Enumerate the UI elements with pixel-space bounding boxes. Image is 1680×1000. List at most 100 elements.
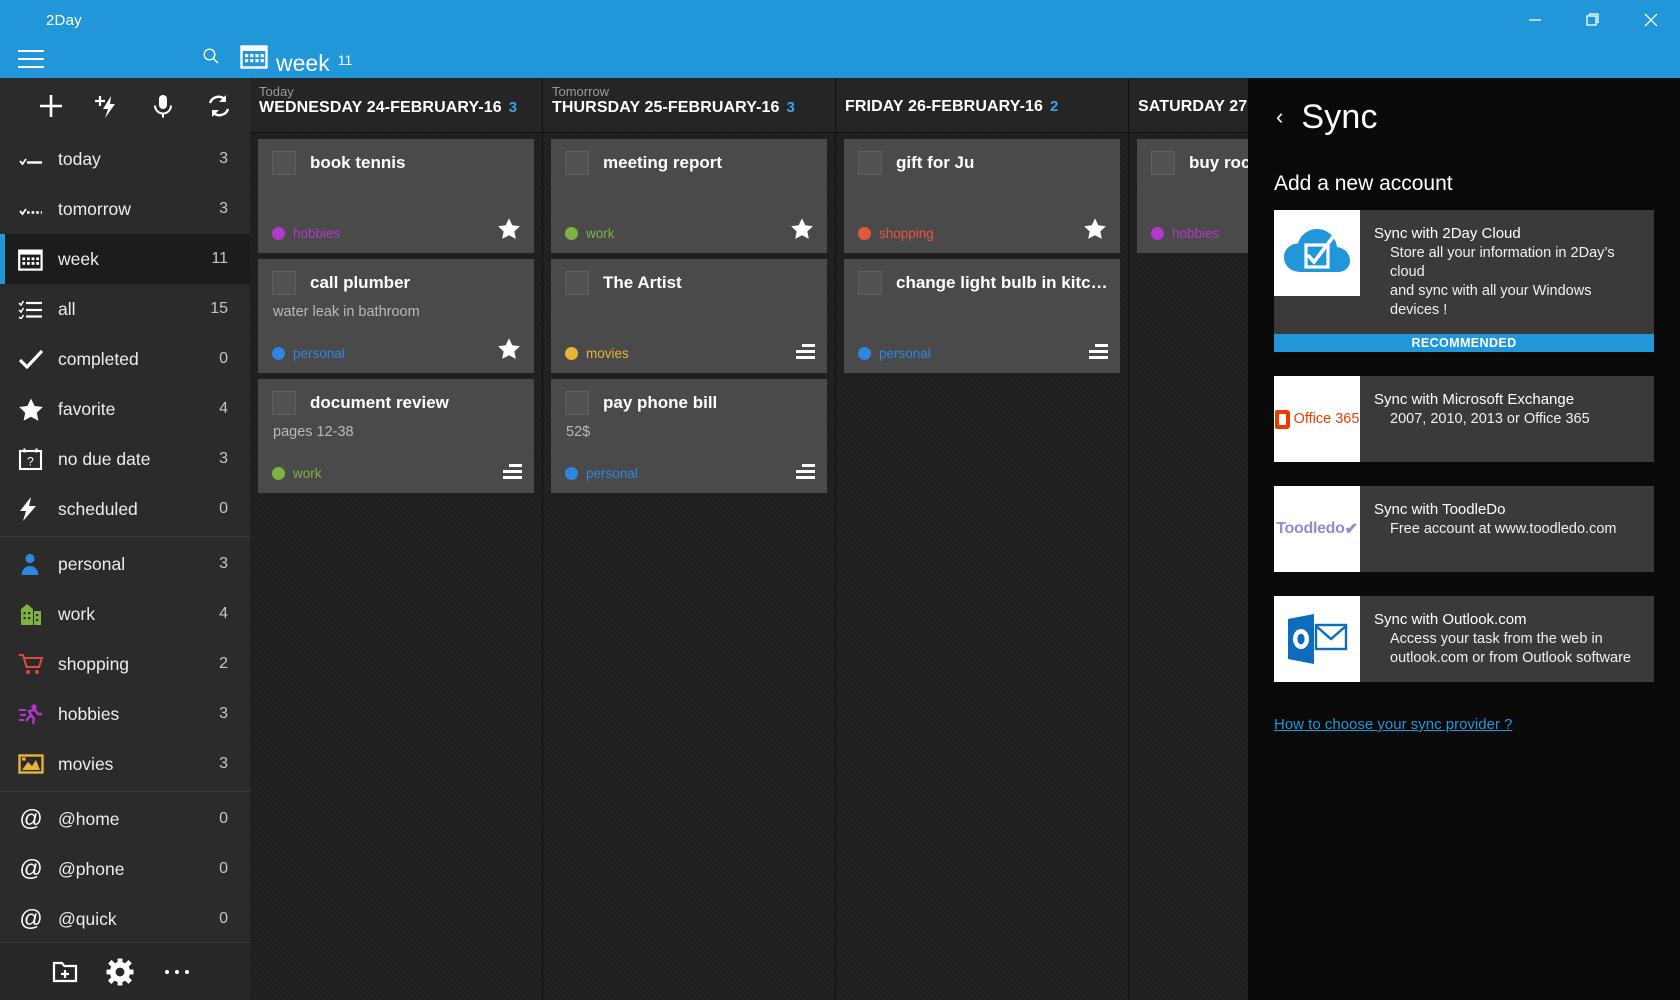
hamburger-menu-icon[interactable] <box>0 40 62 78</box>
sidebar-item-label: hobbies <box>58 703 120 724</box>
task-tag: personal <box>565 466 638 481</box>
sidebar-item-label: tomorrow <box>58 198 131 219</box>
sidebar-item-at-phone[interactable]: @ @phone 0 <box>0 844 250 894</box>
close-button[interactable] <box>1622 0 1680 40</box>
day-header: Today WEDNESDAY 24-FEBRUARY-16 3 <box>250 78 542 133</box>
day-task-list: gift for Ju shopping change light bulb i… <box>836 133 1128 373</box>
task-tag: shopping <box>858 226 934 241</box>
view-title[interactable]: week 11 <box>240 43 352 75</box>
office-logo-text: Office 365 <box>1293 411 1360 427</box>
favorite-star-icon[interactable] <box>497 337 521 365</box>
search-icon[interactable] <box>200 46 222 73</box>
task-checkbox[interactable] <box>272 391 296 415</box>
microphone-icon[interactable] <box>138 83 188 129</box>
outlook-icon <box>1274 596 1360 682</box>
day-column: Tomorrow THURSDAY 25-FEBRUARY-16 3 meeti… <box>543 78 836 1000</box>
task-title: The Artist <box>603 273 682 292</box>
day-relative-label: Tomorrow <box>552 84 610 99</box>
sidebar-item-movies[interactable]: movies 3 <box>0 739 250 789</box>
back-chevron-icon[interactable]: ‹ <box>1274 102 1285 132</box>
task-notes-icon[interactable] <box>796 464 815 482</box>
tag-color-dot <box>272 227 285 240</box>
favorite-star-icon[interactable] <box>1083 217 1107 245</box>
day-date-label: WEDNESDAY 24-FEBRUARY-16 <box>259 99 502 116</box>
sidebar-item-scheduled[interactable]: scheduled 0 <box>0 484 250 534</box>
sync-account-line2: Store all your information in 2Day’s clo… <box>1390 245 1615 280</box>
check-icon <box>18 348 58 370</box>
sync-help-link[interactable]: How to choose your sync provider ? <box>1274 716 1512 733</box>
list-icon <box>18 299 58 319</box>
at-icon: @ <box>18 856 58 882</box>
day-task-count: 2 <box>1050 98 1059 115</box>
task-card[interactable]: change light bulb in kitchen personal <box>844 259 1120 373</box>
sidebar-item-completed[interactable]: completed 0 <box>0 334 250 384</box>
task-notes-icon[interactable] <box>796 344 815 362</box>
task-card[interactable]: call plumber water leak in bathroom pers… <box>258 259 534 373</box>
task-checkbox[interactable] <box>858 151 882 175</box>
sidebar-item-personal[interactable]: personal 3 <box>0 539 250 589</box>
sidebar-item-hobbies[interactable]: hobbies 3 <box>0 689 250 739</box>
sync-account-line2: 2007, 2010, 2013 or Office 365 <box>1390 411 1590 427</box>
tag-label: hobbies <box>293 226 341 241</box>
sidebar-item-work[interactable]: work 4 <box>0 589 250 639</box>
add-task-button[interactable] <box>26 83 76 129</box>
sidebar-item-count: 3 <box>219 450 228 467</box>
at-icon: @ <box>18 906 58 932</box>
sidebar-item-at-home[interactable]: @ @home 0 <box>0 794 250 844</box>
favorite-star-icon[interactable] <box>790 217 814 245</box>
today-icon <box>18 149 58 169</box>
office-logo-mark <box>1274 409 1290 429</box>
tag-color-dot <box>565 467 578 480</box>
sidebar-item-week[interactable]: week 11 <box>0 234 250 284</box>
refresh-icon[interactable] <box>194 83 244 129</box>
app-title: 2Day <box>46 11 82 29</box>
favorite-star-icon[interactable] <box>497 217 521 245</box>
task-checkbox[interactable] <box>565 151 589 175</box>
task-checkbox[interactable] <box>565 271 589 295</box>
sidebar-item-shopping[interactable]: shopping 2 <box>0 639 250 689</box>
task-card[interactable]: meeting report work <box>551 139 827 253</box>
sync-account-2day-cloud[interactable]: Sync with 2Day Cloud Store all your info… <box>1274 210 1654 352</box>
star-icon <box>18 397 58 422</box>
sidebar-item-tomorrow[interactable]: tomorrow 3 <box>0 184 250 234</box>
task-card[interactable]: book tennis hobbies <box>258 139 534 253</box>
task-checkbox[interactable] <box>272 151 296 175</box>
sidebar-item-all[interactable]: all 15 <box>0 284 250 334</box>
ellipsis-icon[interactable] <box>162 967 192 977</box>
sidebar-item-no-due-date[interactable]: ? no due date 3 <box>0 434 250 484</box>
task-card[interactable]: pay phone bill 52$ personal <box>551 379 827 493</box>
tag-label: hobbies <box>1172 226 1220 241</box>
task-card[interactable]: document review pages 12-38 work <box>258 379 534 493</box>
sidebar-item-at-quick[interactable]: @ @quick 0 <box>0 894 250 942</box>
quick-add-button[interactable] <box>82 83 132 129</box>
gear-icon[interactable] <box>106 958 134 986</box>
task-notes-icon[interactable] <box>1089 344 1108 362</box>
sync-account-toodledo[interactable]: Toodledo ✔ Sync with ToodleDo Free accou… <box>1274 486 1654 572</box>
sidebar-item-count: 3 <box>219 555 228 572</box>
task-notes-icon[interactable] <box>503 464 522 482</box>
task-checkbox[interactable] <box>565 391 589 415</box>
folder-plus-icon[interactable] <box>52 960 78 984</box>
maximize-restore-button[interactable] <box>1564 0 1622 40</box>
task-card[interactable]: The Artist movies <box>551 259 827 373</box>
task-checkbox[interactable] <box>858 271 882 295</box>
sync-account-outlook[interactable]: Sync with Outlook.com Access your task f… <box>1274 596 1654 682</box>
task-card[interactable]: gift for Ju shopping <box>844 139 1120 253</box>
sidebar-item-count: 3 <box>219 705 228 722</box>
sidebar-item-count: 2 <box>219 655 228 672</box>
tag-color-dot <box>858 347 871 360</box>
sidebar-item-favorite[interactable]: favorite 4 <box>0 384 250 434</box>
sidebar-actions <box>0 78 250 134</box>
sidebar-item-today[interactable]: today 3 <box>0 134 250 184</box>
sidebar-item-label: @quick <box>58 908 117 929</box>
task-tag: personal <box>272 346 345 361</box>
task-checkbox[interactable] <box>272 271 296 295</box>
task-checkbox[interactable] <box>1151 151 1175 175</box>
task-tag: personal <box>858 346 931 361</box>
minimize-button[interactable] <box>1506 0 1564 40</box>
task-tag: hobbies <box>272 226 340 241</box>
recommended-badge: RECOMMENDED <box>1274 334 1654 352</box>
title-bar: 2Day <box>0 0 1680 40</box>
sidebar-item-label: work <box>58 603 95 624</box>
sync-account-exchange[interactable]: Office 365 Sync with Microsoft Exchange … <box>1274 376 1654 462</box>
